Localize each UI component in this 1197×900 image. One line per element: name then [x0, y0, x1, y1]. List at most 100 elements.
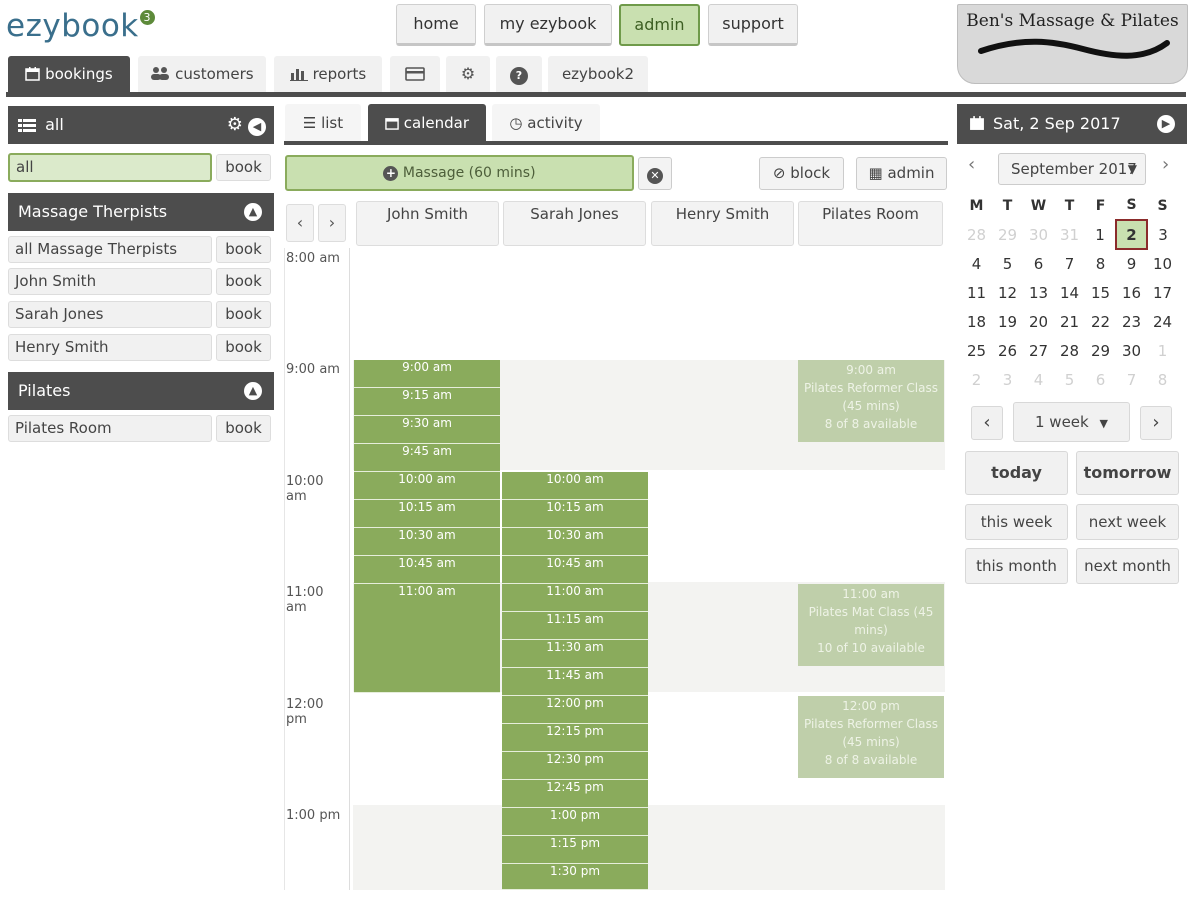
- service-selector[interactable]: + Massage (60 mins): [285, 155, 634, 191]
- tab-billing[interactable]: [390, 56, 440, 92]
- day-cell[interactable]: 9: [1116, 249, 1147, 278]
- prev-month-button[interactable]: ‹: [968, 154, 975, 175]
- day-cell[interactable]: 4: [1023, 365, 1054, 394]
- slot-sarah[interactable]: 11:00 am: [502, 584, 648, 612]
- slot-sarah[interactable]: 12:45 pm: [502, 780, 648, 808]
- day-cell[interactable]: 30: [1023, 220, 1054, 249]
- day-cell[interactable]: 5: [992, 249, 1023, 278]
- day-cell[interactable]: 30: [1116, 336, 1147, 365]
- slot-sarah[interactable]: 12:15 pm: [502, 724, 648, 752]
- day-cell[interactable]: 3: [992, 365, 1023, 394]
- day-cell[interactable]: 4: [961, 249, 992, 278]
- day-cell[interactable]: 10: [1147, 249, 1178, 278]
- day-cell[interactable]: 31: [1054, 220, 1085, 249]
- tab-calendar[interactable]: calendar: [368, 104, 486, 142]
- slot-sarah[interactable]: 12:30 pm: [502, 752, 648, 780]
- class-block[interactable]: 11:00 am Pilates Mat Class (45 mins) 10 …: [798, 584, 944, 666]
- resource-henry-smith[interactable]: Henry Smith: [8, 334, 212, 361]
- block-button[interactable]: ⊘ block: [759, 157, 844, 190]
- slot-sarah[interactable]: 12:00 pm: [502, 696, 648, 724]
- column-sarah-jones[interactable]: Sarah Jones: [503, 201, 646, 246]
- slot-sarah[interactable]: 1:15 pm: [502, 836, 648, 864]
- day-cell[interactable]: 28: [1054, 336, 1085, 365]
- tab-customers[interactable]: customers: [138, 56, 266, 92]
- tab-reports[interactable]: reports: [274, 56, 382, 92]
- day-cell[interactable]: 11: [961, 278, 992, 307]
- slot-sarah[interactable]: 11:15 am: [502, 612, 648, 640]
- group-massage-header[interactable]: Massage Therpists ▲: [8, 193, 274, 231]
- tab-activity[interactable]: ◷ activity: [492, 104, 600, 142]
- collapse-left-icon[interactable]: ◀: [248, 118, 266, 136]
- slot-john[interactable]: 9:00 am: [354, 360, 500, 388]
- book-henry-smith-button[interactable]: book: [216, 334, 271, 361]
- month-select[interactable]: September 2017 ▼: [998, 153, 1146, 185]
- nav-home[interactable]: home: [396, 4, 476, 46]
- filter-all[interactable]: all: [8, 153, 212, 182]
- day-cell[interactable]: 21: [1054, 307, 1085, 336]
- day-cell[interactable]: 24: [1147, 307, 1178, 336]
- day-cell[interactable]: 29: [992, 220, 1023, 249]
- day-cell[interactable]: 18: [961, 307, 992, 336]
- this-month-button[interactable]: this month: [965, 548, 1068, 584]
- slot-john[interactable]: 10:00 am: [354, 472, 500, 500]
- column-john-smith[interactable]: John Smith: [356, 201, 499, 246]
- slot-john[interactable]: 9:45 am: [354, 444, 500, 472]
- nav-admin[interactable]: admin: [619, 4, 700, 46]
- book-john-smith-button[interactable]: book: [216, 268, 271, 295]
- day-cell[interactable]: 8: [1085, 249, 1116, 278]
- day-cell[interactable]: 15: [1085, 278, 1116, 307]
- tab-list[interactable]: ☰ list: [285, 104, 361, 142]
- day-cell[interactable]: 2: [961, 365, 992, 394]
- day-cell[interactable]: 27: [1023, 336, 1054, 365]
- slot-sarah[interactable]: 10:45 am: [502, 556, 648, 584]
- day-cell[interactable]: 1: [1085, 220, 1116, 249]
- day-cell[interactable]: 20: [1023, 307, 1054, 336]
- tomorrow-button[interactable]: tomorrow: [1076, 451, 1179, 495]
- collapse-up-icon[interactable]: ▲: [244, 382, 262, 400]
- next-month-button[interactable]: ›: [1162, 154, 1169, 175]
- day-cell[interactable]: 25: [961, 336, 992, 365]
- book-sarah-jones-button[interactable]: book: [216, 301, 271, 328]
- nav-my-ezybook[interactable]: my ezybook: [484, 4, 612, 46]
- this-week-button[interactable]: this week: [965, 504, 1068, 540]
- ezybook-logo[interactable]: ezybook 3: [6, 8, 155, 44]
- class-block[interactable]: 12:00 pm Pilates Reformer Class (45 mins…: [798, 696, 944, 778]
- day-cell[interactable]: 22: [1085, 307, 1116, 336]
- prev-columns-button[interactable]: ‹: [286, 204, 314, 242]
- day-cell[interactable]: 19: [992, 307, 1023, 336]
- day-cell-selected[interactable]: 2: [1115, 219, 1148, 250]
- day-cell[interactable]: 23: [1116, 307, 1147, 336]
- day-cell[interactable]: 6: [1023, 249, 1054, 278]
- slot-john[interactable]: 11:00 am: [354, 584, 500, 693]
- prev-range-button[interactable]: ‹: [971, 406, 1003, 440]
- nav-support[interactable]: support: [708, 4, 798, 46]
- column-pilates-room[interactable]: Pilates Room: [798, 201, 943, 246]
- resource-pilates-room[interactable]: Pilates Room: [8, 415, 212, 442]
- slot-sarah[interactable]: 1:00 pm: [502, 808, 648, 836]
- column-henry-smith[interactable]: Henry Smith: [651, 201, 794, 246]
- day-cell[interactable]: 7: [1054, 249, 1085, 278]
- next-month-button[interactable]: next month: [1076, 548, 1179, 584]
- next-columns-button[interactable]: ›: [318, 204, 346, 242]
- slot-sarah[interactable]: 10:00 am: [502, 472, 648, 500]
- collapse-up-icon[interactable]: ▲: [244, 203, 262, 221]
- day-cell[interactable]: 6: [1085, 365, 1116, 394]
- slot-john[interactable]: 9:15 am: [354, 388, 500, 416]
- slot-sarah[interactable]: 11:30 am: [502, 640, 648, 668]
- book-all-button[interactable]: book: [216, 154, 271, 181]
- resource-sarah-jones[interactable]: Sarah Jones: [8, 301, 212, 328]
- day-cell[interactable]: 28: [961, 220, 992, 249]
- slot-sarah[interactable]: 11:45 am: [502, 668, 648, 696]
- group-pilates-header[interactable]: Pilates ▲: [8, 372, 274, 410]
- today-button[interactable]: today: [965, 451, 1068, 495]
- class-block[interactable]: 9:00 am Pilates Reformer Class (45 mins)…: [798, 360, 944, 442]
- tab-help[interactable]: ?: [496, 56, 542, 92]
- day-cell[interactable]: 5: [1054, 365, 1085, 394]
- day-cell[interactable]: 17: [1147, 278, 1178, 307]
- next-range-button[interactable]: ›: [1140, 406, 1172, 440]
- day-cell[interactable]: 29: [1085, 336, 1116, 365]
- slot-john[interactable]: 10:15 am: [354, 500, 500, 528]
- range-select[interactable]: 1 week ▼: [1013, 402, 1130, 442]
- admin-button[interactable]: ▦ admin: [856, 157, 947, 190]
- book-all-therapists-button[interactable]: book: [216, 236, 271, 263]
